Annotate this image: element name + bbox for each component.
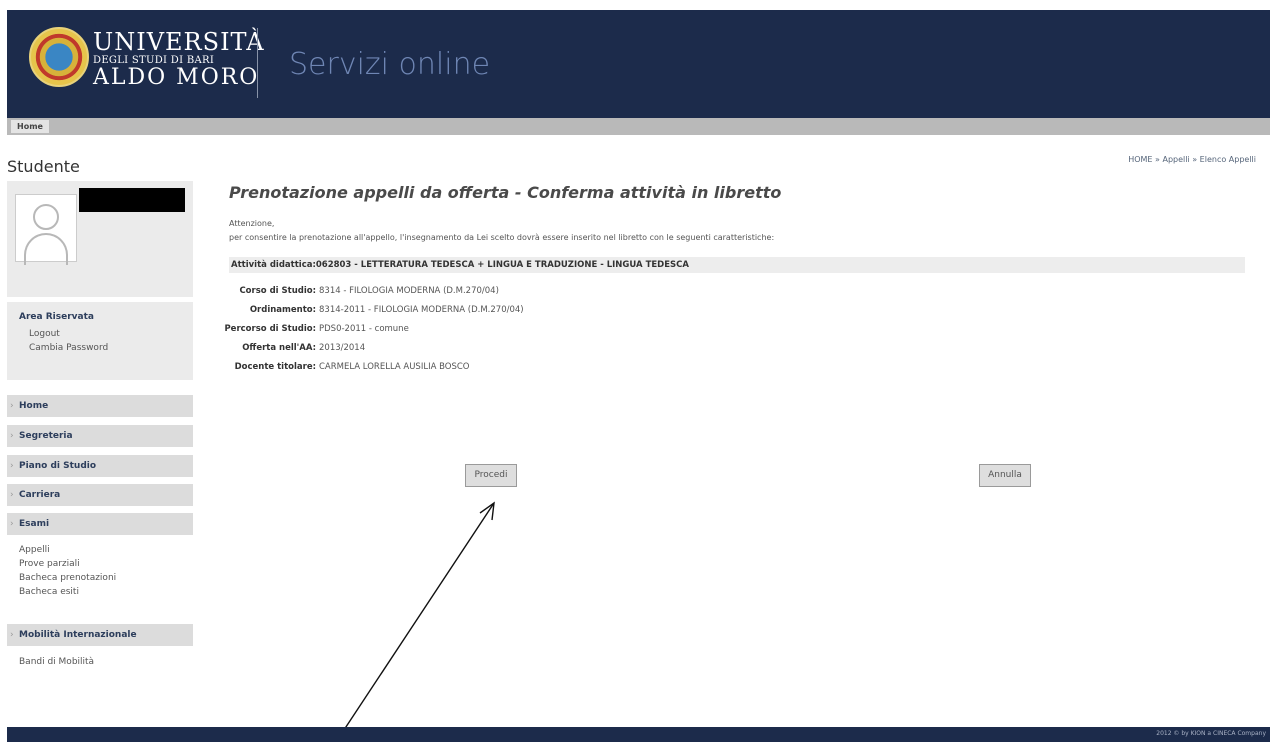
footer-copyright: 2012 © by KION a CINECA Company [1156, 730, 1266, 737]
annotation-arrow-icon [335, 501, 495, 742]
site-footer: 2012 © by KION a CINECA Company [7, 727, 1270, 742]
